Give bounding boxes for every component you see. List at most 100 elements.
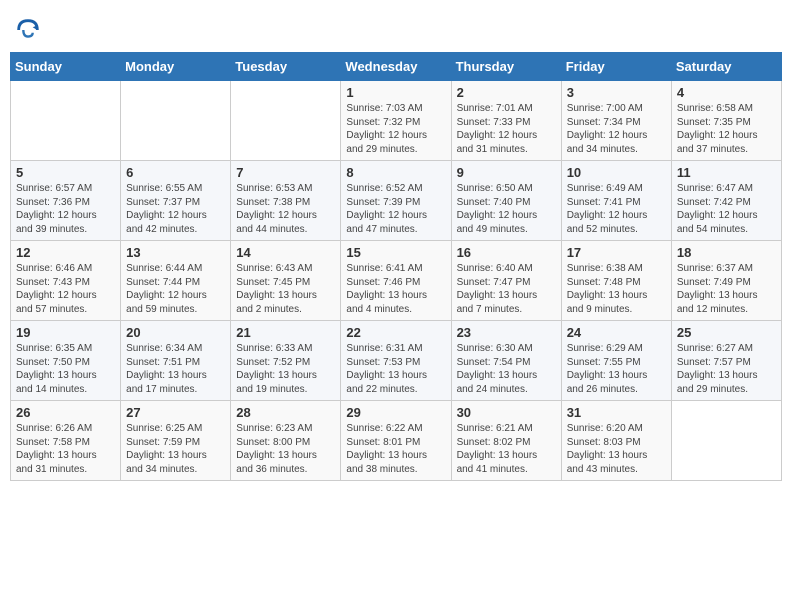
day-number: 28 <box>236 405 335 420</box>
day-number: 30 <box>457 405 556 420</box>
day-info: Sunrise: 6:40 AM Sunset: 7:47 PM Dayligh… <box>457 262 556 316</box>
calendar-cell: 24 Sunrise: 6:29 AM Sunset: 7:55 PM Dayli… <box>561 321 671 401</box>
day-info: Sunrise: 6:38 AM Sunset: 7:48 PM Dayligh… <box>567 262 666 316</box>
day-info: Sunrise: 6:20 AM Sunset: 8:03 PM Dayligh… <box>567 422 666 476</box>
day-number: 12 <box>16 245 115 260</box>
day-info: Sunrise: 6:44 AM Sunset: 7:44 PM Dayligh… <box>126 262 225 316</box>
calendar-header-friday: Friday <box>561 53 671 81</box>
day-info: Sunrise: 6:46 AM Sunset: 7:43 PM Dayligh… <box>16 262 115 316</box>
day-number: 24 <box>567 325 666 340</box>
calendar-table: SundayMondayTuesdayWednesdayThursdayFrid… <box>10 52 782 481</box>
calendar-cell: 7 Sunrise: 6:53 AM Sunset: 7:38 PM Daylig… <box>231 161 341 241</box>
calendar-cell: 27 Sunrise: 6:25 AM Sunset: 7:59 PM Dayli… <box>121 401 231 481</box>
calendar-cell: 9Sunrise: 6:50 AM Sunset: 7:40 PM Daylig… <box>451 161 561 241</box>
logo-icon <box>14 16 42 44</box>
day-number: 31 <box>567 405 666 420</box>
calendar-cell: 22Sunrise: 6:31 AM Sunset: 7:53 PM Dayli… <box>341 321 451 401</box>
calendar-header-row: SundayMondayTuesdayWednesdayThursdayFrid… <box>11 53 782 81</box>
day-number: 29 <box>346 405 445 420</box>
day-info: Sunrise: 6:37 AM Sunset: 7:49 PM Dayligh… <box>677 262 776 316</box>
day-number: 26 <box>16 405 115 420</box>
calendar-cell: 15 Sunrise: 6:41 AM Sunset: 7:46 PM Dayli… <box>341 241 451 321</box>
day-info: Sunrise: 6:33 AM Sunset: 7:52 PM Dayligh… <box>236 342 335 396</box>
day-info: Sunrise: 6:21 AM Sunset: 8:02 PM Dayligh… <box>457 422 556 476</box>
week-row-5: 26 Sunrise: 6:26 AM Sunset: 7:58 PM Dayli… <box>11 401 782 481</box>
day-number: 15 <box>346 245 445 260</box>
calendar-cell: 28 Sunrise: 6:23 AM Sunset: 8:00 PM Dayli… <box>231 401 341 481</box>
day-info: Sunrise: 6:23 AM Sunset: 8:00 PM Dayligh… <box>236 422 335 476</box>
calendar-cell: 11Sunrise: 6:47 AM Sunset: 7:42 PM Dayli… <box>671 161 781 241</box>
week-row-3: 12 Sunrise: 6:46 AM Sunset: 7:43 PM Dayli… <box>11 241 782 321</box>
day-number: 17 <box>567 245 666 260</box>
calendar-cell: 12 Sunrise: 6:46 AM Sunset: 7:43 PM Dayli… <box>11 241 121 321</box>
calendar-header-saturday: Saturday <box>671 53 781 81</box>
day-number: 3 <box>567 85 666 100</box>
calendar-cell: 8Sunrise: 6:52 AM Sunset: 7:39 PM Daylig… <box>341 161 451 241</box>
day-number: 23 <box>457 325 556 340</box>
calendar-cell: 6 Sunrise: 6:55 AM Sunset: 7:37 PM Daylig… <box>121 161 231 241</box>
calendar-cell: 23Sunrise: 6:30 AM Sunset: 7:54 PM Dayli… <box>451 321 561 401</box>
day-info: Sunrise: 6:57 AM Sunset: 7:36 PM Dayligh… <box>16 182 115 236</box>
day-info: Sunrise: 6:26 AM Sunset: 7:58 PM Dayligh… <box>16 422 115 476</box>
calendar-header-wednesday: Wednesday <box>341 53 451 81</box>
day-number: 16 <box>457 245 556 260</box>
calendar-cell: 19 Sunrise: 6:35 AM Sunset: 7:50 PM Dayli… <box>11 321 121 401</box>
calendar-cell: 18 Sunrise: 6:37 AM Sunset: 7:49 PM Dayli… <box>671 241 781 321</box>
calendar-cell: 30 Sunrise: 6:21 AM Sunset: 8:02 PM Dayli… <box>451 401 561 481</box>
day-number: 21 <box>236 325 335 340</box>
calendar-cell: 25Sunrise: 6:27 AM Sunset: 7:57 PM Dayli… <box>671 321 781 401</box>
day-info: Sunrise: 6:41 AM Sunset: 7:46 PM Dayligh… <box>346 262 445 316</box>
day-number: 19 <box>16 325 115 340</box>
week-row-2: 5 Sunrise: 6:57 AM Sunset: 7:36 PM Daylig… <box>11 161 782 241</box>
calendar-cell <box>231 81 341 161</box>
day-info: Sunrise: 6:25 AM Sunset: 7:59 PM Dayligh… <box>126 422 225 476</box>
day-number: 11 <box>677 165 776 180</box>
day-number: 6 <box>126 165 225 180</box>
week-row-4: 19 Sunrise: 6:35 AM Sunset: 7:50 PM Dayli… <box>11 321 782 401</box>
calendar-cell <box>121 81 231 161</box>
day-number: 14 <box>236 245 335 260</box>
calendar-cell: 16 Sunrise: 6:40 AM Sunset: 7:47 PM Dayli… <box>451 241 561 321</box>
day-number: 5 <box>16 165 115 180</box>
calendar-cell: 4Sunrise: 6:58 AM Sunset: 7:35 PM Daylig… <box>671 81 781 161</box>
day-number: 2 <box>457 85 556 100</box>
calendar-cell: 5 Sunrise: 6:57 AM Sunset: 7:36 PM Daylig… <box>11 161 121 241</box>
page-header <box>10 10 782 44</box>
day-number: 10 <box>567 165 666 180</box>
day-info: Sunrise: 6:35 AM Sunset: 7:50 PM Dayligh… <box>16 342 115 396</box>
day-number: 9 <box>457 165 556 180</box>
week-row-1: 1 Sunrise: 7:03 AM Sunset: 7:32 PM Daylig… <box>11 81 782 161</box>
logo <box>14 16 44 44</box>
day-number: 27 <box>126 405 225 420</box>
day-number: 1 <box>346 85 445 100</box>
calendar-cell: 1 Sunrise: 7:03 AM Sunset: 7:32 PM Daylig… <box>341 81 451 161</box>
day-number: 13 <box>126 245 225 260</box>
calendar-cell <box>671 401 781 481</box>
day-info: Sunrise: 6:55 AM Sunset: 7:37 PM Dayligh… <box>126 182 225 236</box>
day-number: 22 <box>346 325 445 340</box>
day-number: 25 <box>677 325 776 340</box>
day-info: Sunrise: 6:34 AM Sunset: 7:51 PM Dayligh… <box>126 342 225 396</box>
calendar-cell: 2Sunrise: 7:01 AM Sunset: 7:33 PM Daylig… <box>451 81 561 161</box>
calendar-header-sunday: Sunday <box>11 53 121 81</box>
calendar-cell: 26 Sunrise: 6:26 AM Sunset: 7:58 PM Dayli… <box>11 401 121 481</box>
calendar-cell: 13 Sunrise: 6:44 AM Sunset: 7:44 PM Dayli… <box>121 241 231 321</box>
calendar-cell: 21 Sunrise: 6:33 AM Sunset: 7:52 PM Dayli… <box>231 321 341 401</box>
day-number: 7 <box>236 165 335 180</box>
calendar-cell: 17 Sunrise: 6:38 AM Sunset: 7:48 PM Dayli… <box>561 241 671 321</box>
day-number: 20 <box>126 325 225 340</box>
day-info: Sunrise: 7:03 AM Sunset: 7:32 PM Dayligh… <box>346 102 445 156</box>
day-info: Sunrise: 6:49 AM Sunset: 7:41 PM Dayligh… <box>567 182 666 236</box>
calendar-cell: 29Sunrise: 6:22 AM Sunset: 8:01 PM Dayli… <box>341 401 451 481</box>
day-info: Sunrise: 7:00 AM Sunset: 7:34 PM Dayligh… <box>567 102 666 156</box>
calendar-cell <box>11 81 121 161</box>
calendar-header-monday: Monday <box>121 53 231 81</box>
calendar-header-tuesday: Tuesday <box>231 53 341 81</box>
calendar-cell: 14 Sunrise: 6:43 AM Sunset: 7:45 PM Dayli… <box>231 241 341 321</box>
day-info: Sunrise: 6:53 AM Sunset: 7:38 PM Dayligh… <box>236 182 335 236</box>
calendar-cell: 3 Sunrise: 7:00 AM Sunset: 7:34 PM Daylig… <box>561 81 671 161</box>
day-number: 18 <box>677 245 776 260</box>
calendar-cell: 10 Sunrise: 6:49 AM Sunset: 7:41 PM Dayli… <box>561 161 671 241</box>
day-info: Sunrise: 6:29 AM Sunset: 7:55 PM Dayligh… <box>567 342 666 396</box>
day-info: Sunrise: 6:43 AM Sunset: 7:45 PM Dayligh… <box>236 262 335 316</box>
